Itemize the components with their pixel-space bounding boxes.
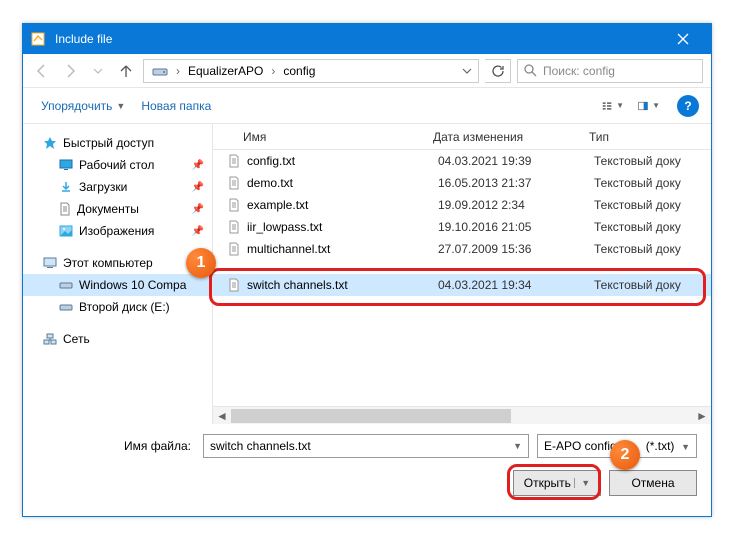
forward-button[interactable] xyxy=(59,60,81,82)
file-row[interactable]: config.txt04.03.2021 19:39Текстовый доку xyxy=(213,150,711,172)
open-button[interactable]: Открыть ▼ xyxy=(513,470,601,496)
up-button[interactable] xyxy=(115,60,137,82)
window-title: Include file xyxy=(55,32,663,46)
toolbar: Упорядочить ▼ Новая папка ▼ ▼ ? xyxy=(23,88,711,124)
organize-button[interactable]: Упорядочить ▼ xyxy=(35,95,131,117)
scroll-track[interactable] xyxy=(231,407,693,425)
file-row-selected[interactable]: switch channels.txt04.03.2021 19:34Текст… xyxy=(213,274,711,296)
file-list-pane: Имя Дата изменения Тип config.txt04.03.2… xyxy=(213,124,711,424)
preview-pane-button[interactable]: ▼ xyxy=(633,95,665,117)
file-row[interactable]: multichannel.txt27.07.2009 15:36Текстовы… xyxy=(213,238,711,260)
pc-icon xyxy=(43,257,57,269)
column-type[interactable]: Тип xyxy=(581,130,711,144)
drive-icon xyxy=(59,280,73,290)
sidebar-second-drive[interactable]: Второй диск (E:) xyxy=(23,296,212,318)
address-bar[interactable]: › EqualizerAPO › config xyxy=(143,59,479,83)
cancel-button[interactable]: Отмена xyxy=(609,470,697,496)
pin-icon: 📌 xyxy=(192,160,204,171)
horizontal-scrollbar[interactable]: ◄ ► xyxy=(213,406,711,424)
address-dropdown[interactable] xyxy=(460,66,474,76)
column-name[interactable]: Имя xyxy=(213,130,425,144)
app-icon xyxy=(29,30,47,48)
file-row[interactable]: demo.txt16.05.2013 21:37Текстовый доку xyxy=(213,172,711,194)
dialog-footer: Имя файла: switch channels.txt ▼ E-APO c… xyxy=(23,424,711,510)
new-folder-button[interactable]: Новая папка xyxy=(135,95,217,117)
drive-icon xyxy=(59,302,73,312)
scroll-left-button[interactable]: ◄ xyxy=(213,407,231,425)
help-button[interactable]: ? xyxy=(677,95,699,117)
file-row[interactable]: iir_lowpass.txt19.10.2016 21:05Текстовый… xyxy=(213,216,711,238)
picture-icon xyxy=(59,225,73,237)
search-placeholder: Поиск: config xyxy=(543,64,615,78)
view-mode-button[interactable]: ▼ xyxy=(597,95,629,117)
annotation-badge-1: 1 xyxy=(186,248,216,278)
back-button[interactable] xyxy=(31,60,53,82)
history-dropdown[interactable] xyxy=(87,60,109,82)
network-icon xyxy=(43,333,57,345)
desktop-icon xyxy=(59,159,73,171)
breadcrumb-segment[interactable]: EqualizerAPO xyxy=(184,60,267,82)
title-bar: Include file xyxy=(23,24,711,54)
search-icon xyxy=(524,64,537,77)
refresh-button[interactable] xyxy=(485,59,511,83)
file-icon xyxy=(225,176,243,190)
download-icon xyxy=(59,180,73,194)
pin-icon: 📌 xyxy=(192,226,204,237)
sidebar-documents[interactable]: Документы📌 xyxy=(23,198,212,220)
file-icon xyxy=(225,220,243,234)
sidebar-network[interactable]: Сеть xyxy=(23,328,212,350)
file-icon xyxy=(225,154,243,168)
breadcrumb-segment[interactable]: config xyxy=(279,60,319,82)
chevron-icon[interactable]: › xyxy=(269,64,277,78)
sidebar-pictures[interactable]: Изображения📌 xyxy=(23,220,212,242)
chevron-down-icon[interactable]: ▼ xyxy=(513,441,522,451)
column-headers: Имя Дата изменения Тип xyxy=(213,124,711,150)
scroll-right-button[interactable]: ► xyxy=(693,407,711,425)
file-dialog: Include file › EqualizerAPO › config Пои… xyxy=(22,23,712,517)
sidebar-desktop[interactable]: Рабочий стол📌 xyxy=(23,154,212,176)
close-button[interactable] xyxy=(663,24,703,54)
sidebar-windows-drive[interactable]: Windows 10 Compa xyxy=(23,274,212,296)
file-icon xyxy=(225,278,243,292)
filename-label: Имя файла: xyxy=(37,439,195,453)
pin-icon: 📌 xyxy=(192,182,204,193)
sidebar-this-pc[interactable]: Этот компьютер xyxy=(23,252,212,274)
sidebar-downloads[interactable]: Загрузки📌 xyxy=(23,176,212,198)
document-icon xyxy=(59,202,71,216)
search-input[interactable]: Поиск: config xyxy=(517,59,703,83)
filename-input[interactable]: switch channels.txt ▼ xyxy=(203,434,529,458)
file-row[interactable]: example.txt19.09.2012 2:34Текстовый доку xyxy=(213,194,711,216)
sidebar: Быстрый доступ Рабочий стол📌 Загрузки📌 Д… xyxy=(23,124,213,424)
star-icon xyxy=(43,136,57,150)
file-icon xyxy=(225,198,243,212)
sidebar-quick-access[interactable]: Быстрый доступ xyxy=(23,132,212,154)
scroll-thumb[interactable] xyxy=(231,409,511,423)
pin-icon: 📌 xyxy=(192,204,204,215)
column-date[interactable]: Дата изменения xyxy=(425,130,581,144)
main-area: Быстрый доступ Рабочий стол📌 Загрузки📌 Д… xyxy=(23,124,711,424)
file-list: config.txt04.03.2021 19:39Текстовый доку… xyxy=(213,150,711,406)
file-icon xyxy=(225,242,243,256)
chevron-icon[interactable]: › xyxy=(174,64,182,78)
annotation-badge-2: 2 xyxy=(610,440,640,470)
drive-icon[interactable] xyxy=(148,60,172,82)
navigation-row: › EqualizerAPO › config Поиск: config xyxy=(23,54,711,88)
